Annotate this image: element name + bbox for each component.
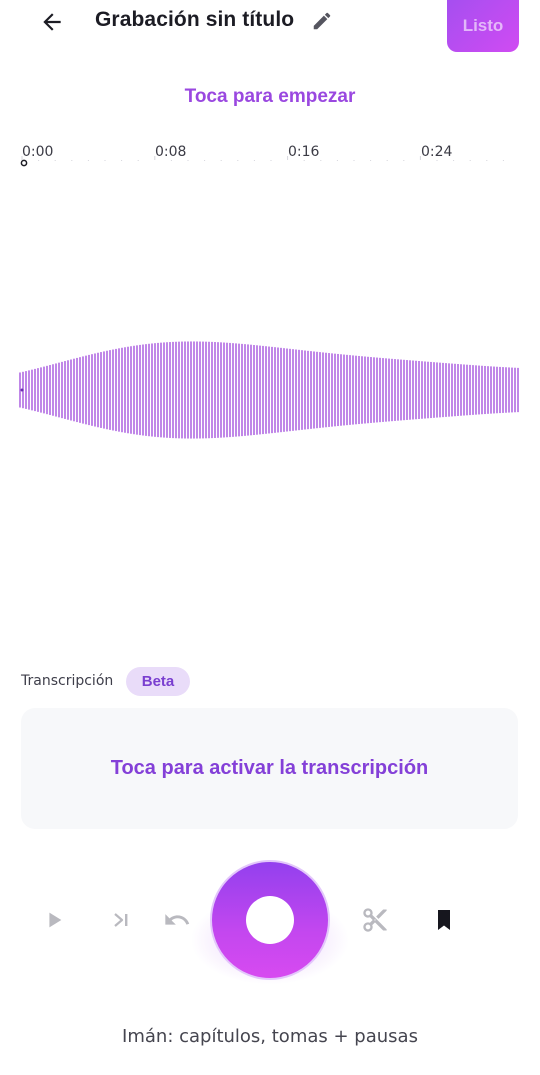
bookmark-button[interactable]	[424, 900, 464, 940]
back-button[interactable]	[32, 4, 72, 40]
ruler-ticks	[20, 156, 504, 167]
timeline-ruler[interactable]: 0:00 0:08 0:16 0:24	[20, 140, 520, 170]
beta-badge: Beta	[126, 667, 190, 696]
pencil-icon	[313, 12, 331, 30]
magnet-mode-label[interactable]: Imán: capítulos, tomas + pausas	[0, 1026, 540, 1047]
transcription-card[interactable]: Toca para activar la transcripción	[21, 708, 518, 829]
scissors-icon	[363, 908, 387, 932]
skip-to-end-icon	[114, 913, 128, 927]
activate-transcription-text: Toca para activar la transcripción	[110, 757, 429, 779]
play-icon	[49, 912, 62, 928]
skip-to-end-button[interactable]	[101, 900, 141, 940]
done-button[interactable]: Listo	[447, 0, 519, 52]
tap-to-start-prompt[interactable]: Toca para empezar	[0, 86, 540, 108]
record-button[interactable]	[210, 860, 330, 980]
arrow-left-icon	[43, 13, 61, 31]
bookmark-icon	[438, 910, 450, 930]
transcription-label: Transcripción	[21, 673, 114, 689]
edit-title-button[interactable]	[309, 8, 335, 34]
cut-button[interactable]	[355, 900, 395, 940]
record-icon	[246, 896, 294, 944]
waveform-playhead	[20, 388, 24, 392]
undo-icon	[165, 914, 190, 925]
audio-waveform[interactable]	[18, 330, 522, 450]
play-button[interactable]	[34, 900, 74, 940]
playhead-marker	[20, 159, 28, 167]
recording-screen: Grabación sin título Listo Toca para emp…	[0, 0, 540, 1075]
recording-title[interactable]: Grabación sin título	[95, 8, 294, 32]
